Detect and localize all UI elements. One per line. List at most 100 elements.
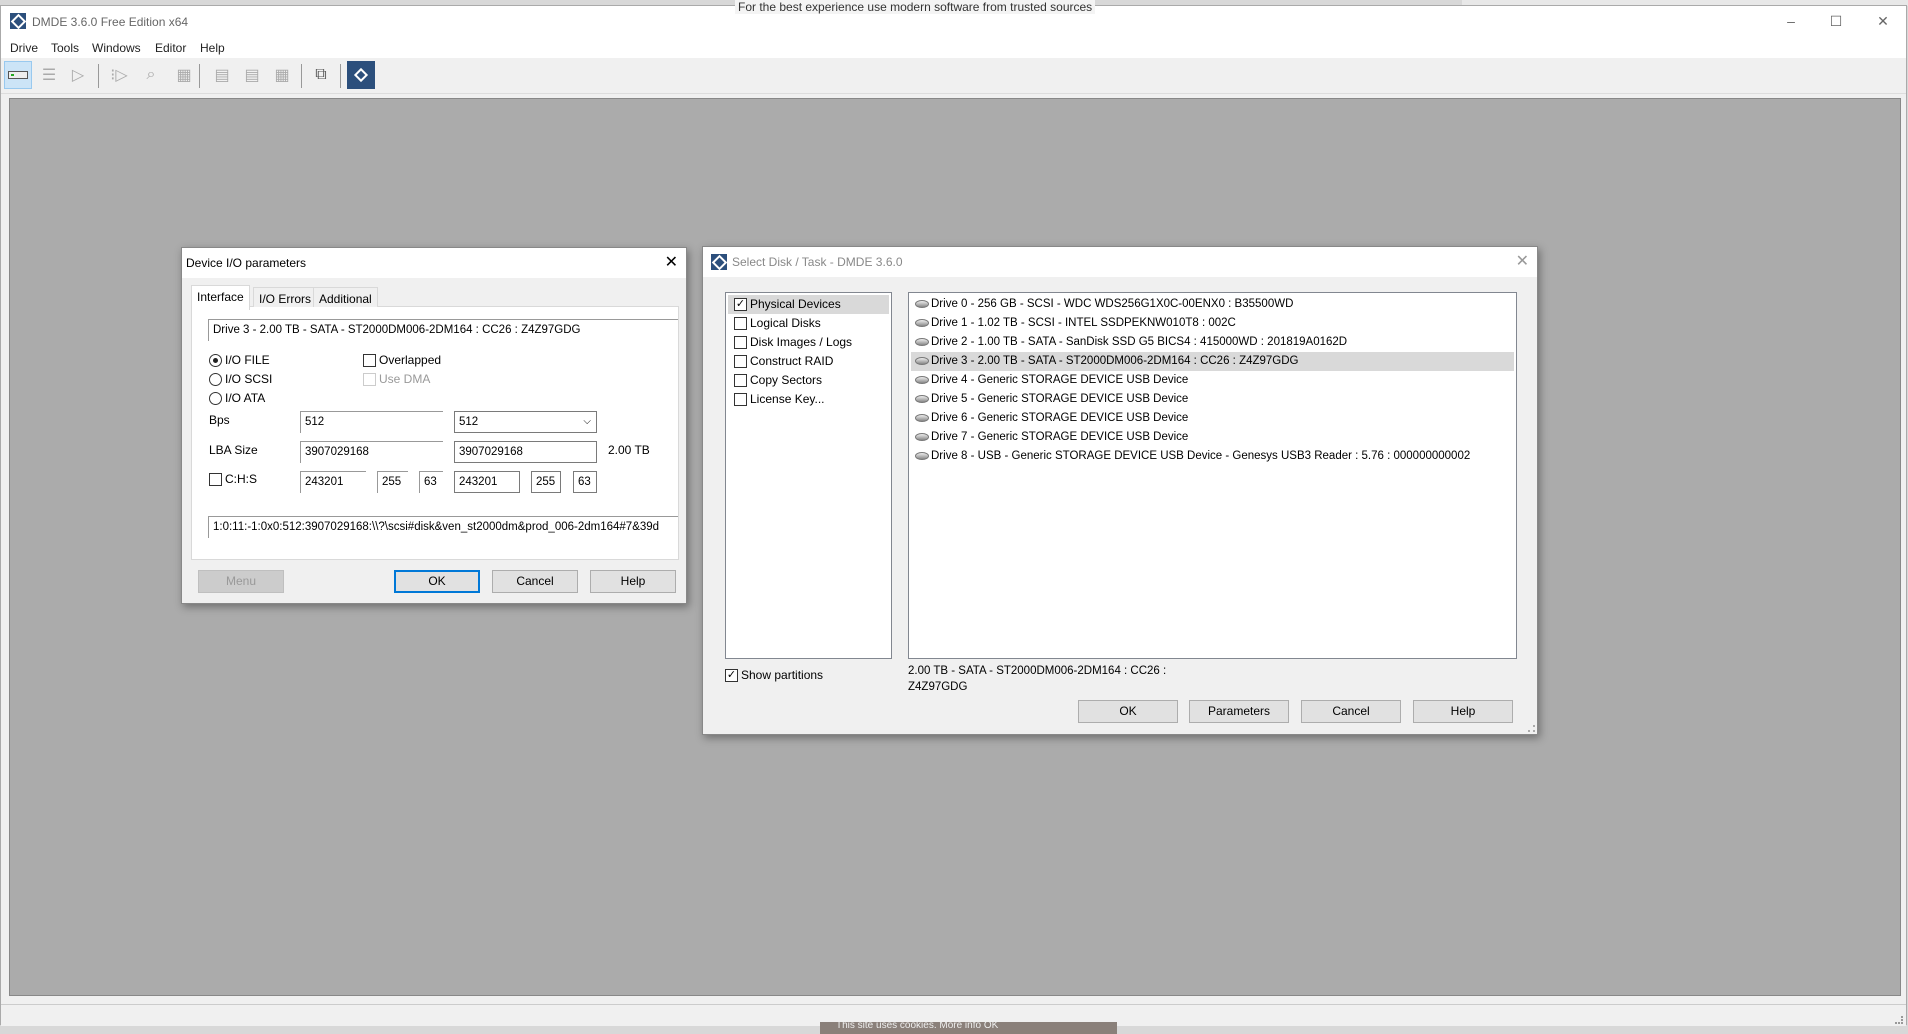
minimize-button[interactable]: – — [1771, 10, 1811, 32]
lba-size-input-2[interactable]: 3907029168 — [454, 441, 597, 463]
use-dma-label: Use DMA — [379, 372, 431, 386]
menu-help[interactable]: Help — [200, 41, 225, 55]
tree-view-icon[interactable]: ▤ — [208, 61, 236, 89]
close-button[interactable]: ✕ — [1863, 10, 1903, 32]
io-ata-radio[interactable] — [209, 392, 222, 405]
drive-row[interactable]: Drive 4 - Generic STORAGE DEVICE USB Dev… — [911, 371, 1514, 390]
drive-row[interactable]: Drive 7 - Generic STORAGE DEVICE USB Dev… — [911, 428, 1514, 447]
task-license-key[interactable]: License Key... — [728, 390, 889, 409]
show-partitions-label: Show partitions — [741, 668, 824, 682]
drive-row[interactable]: Drive 1 - 1.02 TB - SCSI - INTEL SSDPEKN… — [911, 314, 1514, 333]
close-icon[interactable]: ✕ — [1516, 251, 1529, 271]
overlapped-label: Overlapped — [379, 353, 442, 367]
drive-label: Drive 3 - 2.00 TB - SATA - ST2000DM006-2… — [931, 355, 1299, 367]
open-drive-icon[interactable] — [4, 61, 32, 89]
drive-label: Drive 1 - 1.02 TB - SCSI - INTEL SSDPEKN… — [931, 317, 1236, 329]
search-icon[interactable]: ⌕ — [137, 61, 165, 89]
checkbox[interactable] — [734, 355, 747, 368]
go-icon[interactable]: ▷ — [64, 61, 92, 89]
dialog-title: Device I/O parameters — [186, 256, 307, 270]
parameters-button[interactable]: Parameters — [1189, 700, 1289, 723]
bps-label: Bps — [209, 413, 230, 427]
resize-grip-icon[interactable] — [1895, 1016, 1903, 1024]
io-scsi-label: I/O SCSI — [225, 372, 273, 386]
resize-grip-icon[interactable] — [1528, 725, 1535, 732]
cylinders-input-2[interactable]: 243201 — [454, 471, 520, 493]
drive-label: Drive 6 - Generic STORAGE DEVICE USB Dev… — [931, 412, 1189, 424]
menu-windows[interactable]: Windows — [92, 41, 141, 55]
window-title: DMDE 3.6.0 Free Edition x64 — [32, 15, 189, 29]
cylinders-input[interactable]: 243201 — [300, 471, 366, 493]
io-file-radio[interactable] — [209, 354, 222, 367]
dmde-logo-icon[interactable] — [347, 61, 375, 89]
ok-button[interactable]: OK — [394, 570, 480, 593]
dmde-logo-icon — [711, 254, 727, 270]
task-physical-devices[interactable]: ✓ Physical Devices — [728, 295, 889, 314]
heads-input-2[interactable]: 255 — [531, 471, 561, 493]
drive-row[interactable]: Drive 5 - Generic STORAGE DEVICE USB Dev… — [911, 390, 1514, 409]
tab-interface[interactable]: Interface — [191, 285, 250, 310]
bps-select[interactable]: 512 ⌵ — [454, 411, 597, 433]
chs-checkbox[interactable] — [209, 473, 222, 486]
lba-size-input[interactable]: 3907029168 — [300, 441, 443, 463]
drive-row[interactable]: Drive 2 - 1.00 TB - SATA - SanDisk SSD G… — [911, 333, 1514, 352]
toolbar-separator — [199, 64, 200, 88]
list-view-icon[interactable]: ▤ — [238, 61, 266, 89]
checkbox[interactable] — [734, 336, 747, 349]
maximize-button[interactable]: ☐ — [1816, 10, 1856, 32]
drive-label: Drive 2 - 1.00 TB - SATA - SanDisk SSD G… — [931, 336, 1348, 348]
tab-additional[interactable]: Additional — [313, 287, 378, 307]
close-icon[interactable]: ✕ — [665, 252, 678, 272]
menu-drive[interactable]: Drive — [10, 41, 38, 55]
hard-disk-icon — [915, 338, 929, 346]
task-disk-images-logs[interactable]: Disk Images / Logs — [728, 333, 889, 352]
sectors-input[interactable]: 63 — [419, 471, 443, 493]
overlapped-checkbox[interactable] — [363, 354, 376, 367]
drive-label: Drive 5 - Generic STORAGE DEVICE USB Dev… — [931, 393, 1189, 405]
checkbox[interactable] — [734, 393, 747, 406]
drive-row[interactable]: Drive 6 - Generic STORAGE DEVICE USB Dev… — [911, 409, 1514, 428]
menu-bar: Drive Tools Windows Editor Help — [1, 38, 1906, 58]
cancel-button[interactable]: Cancel — [492, 570, 578, 593]
device-path-field[interactable]: 1:0:11:-1:0x0:512:3907029168:\\?\scsi#di… — [208, 516, 678, 538]
capacity-label: 2.00 TB — [608, 443, 650, 457]
device-name-field[interactable]: Drive 3 - 2.00 TB - SATA - ST2000DM006-2… — [208, 319, 678, 341]
ok-button[interactable]: OK — [1078, 700, 1178, 723]
navigate-icon[interactable]: ⁝▷ — [105, 61, 133, 89]
background-notice: For the best experience use modern softw… — [735, 0, 1096, 14]
show-partitions-checkbox[interactable]: ✓ — [725, 669, 738, 682]
task-logical-disks[interactable]: Logical Disks — [728, 314, 889, 333]
new-file-icon[interactable]: ▦ — [170, 61, 198, 89]
task-copy-sectors[interactable]: Copy Sectors — [728, 371, 889, 390]
checkbox[interactable]: ✓ — [734, 298, 747, 311]
help-button[interactable]: Help — [1413, 700, 1513, 723]
drive-row-selected[interactable]: Drive 3 - 2.00 TB - SATA - ST2000DM006-2… — [911, 352, 1514, 371]
hard-disk-icon — [915, 433, 929, 441]
hard-disk-icon — [915, 319, 929, 327]
hard-disk-icon — [915, 414, 929, 422]
io-scsi-radio[interactable] — [209, 373, 222, 386]
help-button[interactable]: Help — [590, 570, 676, 593]
task-construct-raid[interactable]: Construct RAID — [728, 352, 889, 371]
drive-row[interactable]: Drive 0 - 256 GB - SCSI - WDC WDS256G1X0… — [911, 295, 1514, 314]
toolbar-separator — [301, 64, 302, 88]
selected-drive-serial: Z4Z97GDG — [908, 681, 968, 693]
hard-disk-icon — [915, 452, 929, 460]
toolbar-separator — [98, 64, 99, 88]
cancel-button[interactable]: Cancel — [1301, 700, 1401, 723]
task-label: Physical Devices — [750, 297, 841, 311]
drive-row[interactable]: Drive 8 - USB - Generic STORAGE DEVICE U… — [911, 447, 1514, 466]
bps-input[interactable]: 512 — [300, 411, 443, 433]
sectors-input-2[interactable]: 63 — [573, 471, 597, 493]
recover-icon[interactable]: ⧉ — [307, 61, 335, 89]
tab-io-errors[interactable]: I/O Errors — [253, 287, 318, 307]
checkbox[interactable] — [734, 317, 747, 330]
menu-tools[interactable]: Tools — [51, 41, 79, 55]
menu-editor[interactable]: Editor — [155, 41, 186, 55]
tab-panel-interface: Interface I/O Errors Additional Drive 3 … — [191, 285, 679, 560]
partitions-icon[interactable]: ☰ — [35, 61, 63, 89]
heads-input[interactable]: 255 — [377, 471, 408, 493]
toolbar-separator — [340, 64, 341, 88]
grid-view-icon[interactable]: ▦ — [268, 61, 296, 89]
checkbox[interactable] — [734, 374, 747, 387]
